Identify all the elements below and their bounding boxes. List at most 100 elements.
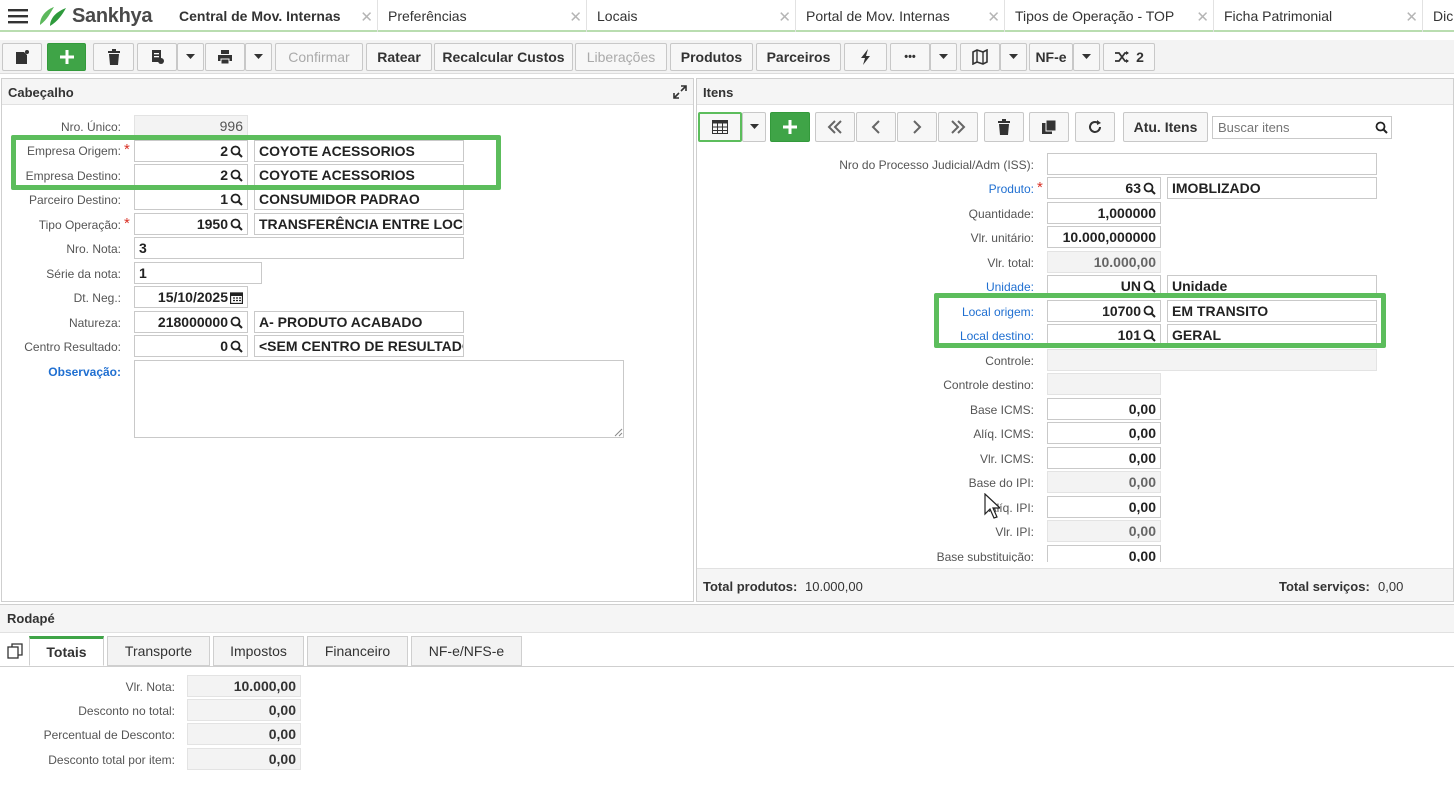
- controle-field: [1047, 349, 1377, 371]
- delete-button[interactable]: [93, 43, 134, 71]
- refresh-items-button[interactable]: [1075, 112, 1115, 142]
- search-icon[interactable]: [230, 316, 243, 329]
- tab-label: Tipos de Operação - TOP: [1015, 8, 1175, 24]
- produto-code-value: 63: [1125, 180, 1141, 196]
- centro-resultado-code[interactable]: 0: [134, 335, 248, 357]
- copy-tabs-icon[interactable]: [7, 643, 23, 659]
- more-actions-dropdown[interactable]: [930, 43, 957, 71]
- dt-neg-field[interactable]: 15/10/2025: [134, 286, 248, 308]
- total-produtos-value: 10.000,00: [805, 579, 863, 594]
- natureza-name: A- PRODUTO ACABADO: [254, 311, 464, 333]
- previous-item-button[interactable]: [856, 112, 896, 142]
- produto-code[interactable]: 63: [1047, 177, 1161, 199]
- new-document-icon: [16, 50, 29, 64]
- next-item-button[interactable]: [897, 112, 937, 142]
- print-button[interactable]: [205, 43, 245, 71]
- close-icon[interactable]: ✕: [987, 8, 1000, 26]
- map-button[interactable]: [960, 43, 1000, 71]
- nfe-button[interactable]: NF-e: [1029, 43, 1073, 71]
- serie-nota-field[interactable]: 1: [134, 262, 262, 284]
- add-item-button[interactable]: [770, 112, 810, 142]
- grid-view-dropdown[interactable]: [742, 112, 766, 142]
- sankhya-logo[interactable]: Sankhya: [38, 4, 152, 28]
- lightning-button[interactable]: [844, 43, 887, 71]
- unidade-label: Unidade:: [985, 280, 1034, 294]
- close-icon[interactable]: ✕: [778, 8, 791, 26]
- nfe-dropdown[interactable]: [1073, 43, 1100, 71]
- tab-financeiro[interactable]: Financeiro: [307, 636, 408, 666]
- required-icon: *: [124, 215, 130, 232]
- tab-portal-mov-internas[interactable]: Portal de Mov. Internas ✕: [797, 0, 1005, 32]
- tipo-operacao-code[interactable]: 1950: [134, 213, 248, 235]
- tab-dici[interactable]: Dici: [1424, 0, 1454, 32]
- aliq-ipi-field[interactable]: 0,00: [1047, 496, 1161, 518]
- search-icon[interactable]: [1143, 280, 1156, 293]
- tab-tipos-operacao-top[interactable]: Tipos de Operação - TOP ✕: [1006, 0, 1214, 32]
- tab-ficha-patrimonial[interactable]: Ficha Patrimonial ✕: [1215, 0, 1423, 32]
- tab-locais[interactable]: Locais ✕: [588, 0, 796, 32]
- copy-item-button[interactable]: [1029, 112, 1069, 142]
- map-dropdown[interactable]: [1000, 43, 1027, 71]
- base-subst-label: Base substituição:: [936, 550, 1034, 562]
- resize-handle-icon[interactable]: [614, 428, 623, 437]
- tab-preferencias[interactable]: Preferências ✕: [379, 0, 587, 32]
- nro-nota-field[interactable]: 3: [134, 237, 464, 259]
- search-icon[interactable]: [1143, 182, 1156, 195]
- new-document-button[interactable]: [2, 43, 42, 71]
- first-item-button[interactable]: [815, 112, 855, 142]
- search-icon[interactable]: [230, 218, 243, 231]
- base-icms-field[interactable]: 0,00: [1047, 398, 1161, 420]
- double-chevron-right-icon: [951, 120, 966, 134]
- print-dropdown[interactable]: [245, 43, 272, 71]
- last-item-button[interactable]: [938, 112, 978, 142]
- vlr-icms-label: Vlr. ICMS:: [979, 452, 1034, 466]
- brand-name: Sankhya: [72, 4, 153, 27]
- tab-nfe-nfse[interactable]: NF-e/NFS-e: [411, 636, 522, 666]
- grid-view-button[interactable]: [698, 112, 742, 142]
- observacao-textarea[interactable]: [134, 360, 624, 438]
- printer-icon: [218, 50, 232, 65]
- ratear-button[interactable]: Ratear: [366, 43, 432, 71]
- close-icon[interactable]: ✕: [1405, 8, 1418, 26]
- close-icon[interactable]: ✕: [569, 8, 582, 26]
- base-subst-field[interactable]: 0,00: [1047, 545, 1161, 562]
- natureza-code[interactable]: 218000000: [134, 311, 248, 333]
- trash-icon: [998, 119, 1010, 135]
- lightning-icon: [860, 49, 870, 65]
- expand-icon[interactable]: [673, 85, 687, 99]
- recalcular-custos-button[interactable]: Recalcular Custos: [434, 43, 573, 71]
- parceiros-button[interactable]: Parceiros: [756, 43, 841, 71]
- processo-judicial-field[interactable]: [1047, 153, 1377, 175]
- shuffle-button[interactable]: 2: [1103, 43, 1155, 71]
- add-button[interactable]: [47, 43, 86, 71]
- confirmar-button[interactable]: Confirmar: [275, 43, 363, 71]
- tab-totais[interactable]: Totais: [29, 636, 104, 666]
- close-icon[interactable]: ✕: [360, 8, 373, 26]
- calendar-icon[interactable]: [230, 291, 243, 304]
- search-icon[interactable]: [230, 340, 243, 353]
- tab-transporte[interactable]: Transporte: [107, 636, 210, 666]
- chevron-right-icon: [913, 120, 922, 134]
- copy-icon: [1042, 119, 1057, 134]
- duplicate-button[interactable]: [137, 43, 177, 71]
- search-items-input[interactable]: [1212, 116, 1392, 139]
- liberacoes-button[interactable]: Liberações: [575, 43, 667, 71]
- search-icon[interactable]: [230, 193, 243, 206]
- delete-item-button[interactable]: [984, 112, 1024, 142]
- vlr-icms-field[interactable]: 0,00: [1047, 447, 1161, 469]
- more-actions-button[interactable]: •••: [890, 43, 930, 71]
- parceiro-destino-code[interactable]: 1: [134, 188, 248, 210]
- chevron-down-icon: [749, 124, 759, 129]
- parceiro-destino-code-value: 1: [220, 191, 228, 207]
- search-icon[interactable]: [1375, 121, 1388, 134]
- duplicate-dropdown[interactable]: [177, 43, 204, 71]
- tab-impostos[interactable]: Impostos: [213, 636, 304, 666]
- produtos-button[interactable]: Produtos: [670, 43, 753, 71]
- atu-itens-button[interactable]: Atu. Itens: [1123, 112, 1208, 142]
- vlr-unitario-field[interactable]: 10.000,000000: [1047, 226, 1161, 248]
- menu-icon[interactable]: [8, 8, 28, 24]
- aliq-icms-field[interactable]: 0,00: [1047, 422, 1161, 444]
- quantidade-field[interactable]: 1,000000: [1047, 202, 1161, 224]
- close-icon[interactable]: ✕: [1196, 8, 1209, 26]
- tab-central-mov-internas[interactable]: Central de Mov. Internas ✕: [170, 0, 378, 32]
